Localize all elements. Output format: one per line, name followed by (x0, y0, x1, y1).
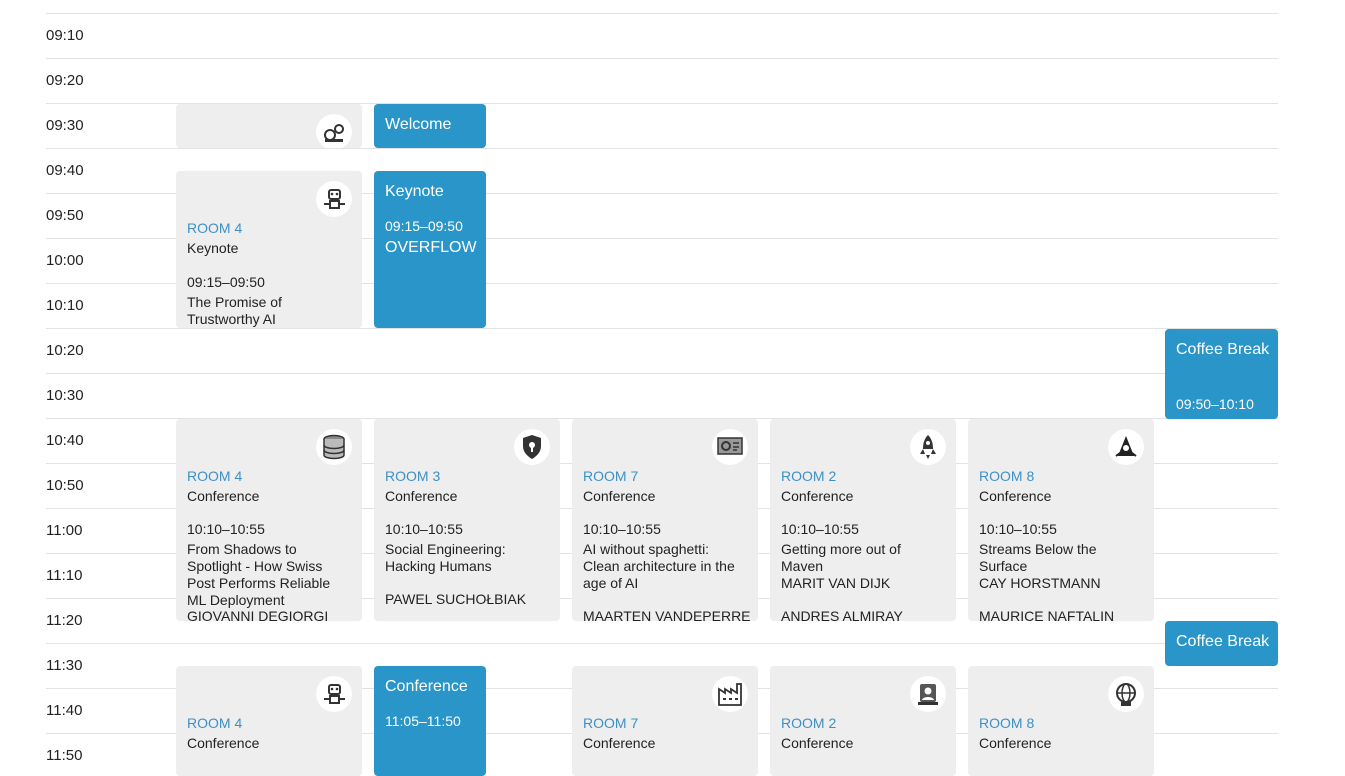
session-kind: Conference (979, 735, 1052, 751)
session-title: Social Engineering: Hacking Humans (385, 541, 506, 574)
session-title: The Promise of Trustworthy AI (187, 294, 282, 327)
room-label: ROOM 2 (781, 468, 837, 484)
session-time: 09:50–10:10 (1176, 396, 1254, 412)
rocket-icon (910, 429, 946, 465)
time-label: 11:00 (46, 522, 83, 539)
room-label: ROOM 3 (385, 468, 441, 484)
room-label: ROOM 4 (187, 468, 243, 484)
session-card[interactable]: ROOM 8 Conference (968, 666, 1154, 776)
session-time: 10:10–10:55 (583, 521, 661, 537)
time-label: 10:40 (46, 432, 84, 449)
session-time: 10:10–10:55 (187, 521, 265, 537)
robot-icon (316, 676, 352, 712)
coffee-break-card[interactable]: Coffee Break 09:50–10:10 (1165, 329, 1278, 419)
session-title: Streams Below the Surface (979, 541, 1097, 574)
welcome-card[interactable]: Welcome (374, 104, 486, 148)
session-card[interactable]: ROOM 2 Conference 10:10–10:55 Getting mo… (770, 419, 956, 621)
user-gear-icon (910, 676, 946, 712)
coffee-break-card[interactable]: Coffee Break (1165, 621, 1278, 666)
time-label: 10:20 (46, 342, 84, 359)
session-kind: Conference (781, 735, 854, 751)
session-kind: Conference (979, 488, 1052, 504)
room-label: ROOM 7 (583, 468, 639, 484)
time-label: 11:30 (46, 657, 83, 674)
session-title: Conference (385, 678, 468, 695)
session-kind: Conference (583, 735, 656, 751)
speaker-name: MARIT VAN DIJK (781, 575, 891, 591)
session-card[interactable]: ROOM 7 Conference 10:10–10:55 AI without… (572, 419, 758, 621)
grid-line (46, 373, 1278, 374)
grid-line (46, 328, 1278, 329)
time-label: 11:40 (46, 702, 83, 719)
session-title: Coffee Break (1176, 633, 1270, 650)
session-subtitle: OVERFLOW (385, 239, 477, 256)
session-time: 09:15–09:50 (385, 218, 463, 234)
grid-line (46, 148, 1278, 149)
gears-icon (316, 114, 352, 148)
speaker-name: ANDRES ALMIRAY (781, 608, 903, 621)
robot-icon (316, 181, 352, 217)
speaker-name: MAARTEN VANDEPERRE (583, 608, 751, 621)
session-card[interactable]: ROOM 3 Conference 10:10–10:55 Social Eng… (374, 419, 560, 621)
speaker-name: MAURICE NAFTALIN (979, 608, 1115, 621)
keynote-overflow-card[interactable]: Keynote 09:15–09:50 OVERFLOW (374, 171, 486, 328)
factory-icon (712, 676, 748, 712)
room-label: ROOM 4 (187, 715, 243, 731)
session-time: 10:10–10:55 (781, 521, 859, 537)
session-kind: Keynote (187, 240, 239, 256)
session-card[interactable] (176, 104, 362, 148)
session-card[interactable]: ROOM 4 Keynote 09:15–09:50 The Promise o… (176, 171, 362, 328)
time-label: 09:20 (46, 72, 84, 89)
session-kind: Conference (385, 488, 458, 504)
session-card[interactable]: ROOM 4 Conference (176, 666, 362, 776)
time-label: 10:10 (46, 297, 84, 314)
session-title: AI without spaghetti: Clean architecture… (583, 541, 735, 591)
speaker-name: GIOVANNI DEGIORGI (187, 608, 329, 621)
session-title: Keynote (385, 183, 444, 200)
session-card[interactable]: ROOM 4 Conference 10:10–10:55 From Shado… (176, 419, 362, 621)
grid-line (46, 58, 1278, 59)
session-card[interactable]: ROOM 8 Conference 10:10–10:55 Streams Be… (968, 419, 1154, 621)
session-time: 10:10–10:55 (385, 521, 463, 537)
time-label: 10:00 (46, 252, 84, 269)
time-label: 09:10 (46, 27, 84, 44)
session-kind: Conference (187, 735, 260, 751)
grid-line (46, 643, 1278, 644)
security-shield-icon (514, 429, 550, 465)
time-label: 09:40 (46, 162, 84, 179)
session-kind: Conference (781, 488, 854, 504)
time-label: 11:50 (46, 747, 83, 764)
session-card[interactable]: ROOM 7 Conference (572, 666, 758, 776)
session-card[interactable]: ROOM 2 Conference (770, 666, 956, 776)
time-label: 09:30 (46, 117, 84, 134)
database-icon (316, 429, 352, 465)
java-duke-icon (1108, 429, 1144, 465)
time-label: 10:50 (46, 477, 84, 494)
session-title: From Shadows to Spotlight - How Swiss Po… (187, 541, 331, 608)
session-title: Getting more out of Maven (781, 541, 901, 574)
conference-card[interactable]: Conference 11:05–11:50 (374, 666, 486, 776)
grid-line (46, 13, 1278, 14)
room-label: ROOM 8 (979, 715, 1035, 731)
time-label: 11:20 (46, 612, 83, 629)
ai-globe-icon (1108, 676, 1144, 712)
session-time: 11:05–11:50 (385, 713, 461, 729)
room-label: ROOM 2 (781, 715, 837, 731)
time-label: 11:10 (46, 567, 83, 584)
session-title: Welcome (385, 116, 452, 133)
speaker-name: PAWEL SUCHOŁBIAK (385, 591, 527, 607)
settings-monitor-icon (712, 429, 748, 465)
session-title: Coffee Break (1176, 341, 1270, 358)
session-kind: Conference (187, 488, 260, 504)
time-label: 09:50 (46, 207, 84, 224)
session-kind: Conference (583, 488, 656, 504)
time-label: 10:30 (46, 387, 84, 404)
room-label: ROOM 7 (583, 715, 639, 731)
room-label: ROOM 8 (979, 468, 1035, 484)
room-label: ROOM 4 (187, 220, 243, 236)
speaker-name: CAY HORSTMANN (979, 575, 1101, 591)
session-time: 10:10–10:55 (979, 521, 1057, 537)
session-time: 09:15–09:50 (187, 274, 265, 290)
